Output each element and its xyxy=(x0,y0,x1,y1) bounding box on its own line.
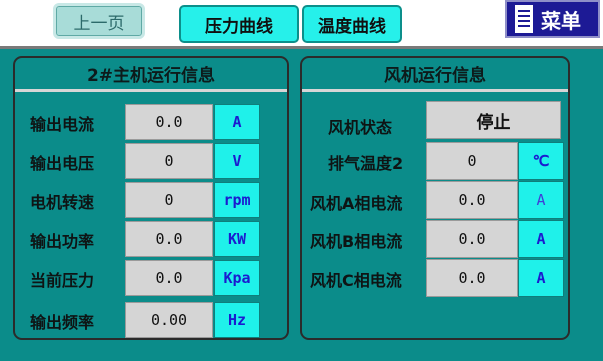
row-label-output-power: 输出功率 xyxy=(30,232,95,251)
row-unit-output-frequency: Hz xyxy=(214,302,260,338)
menu-button[interactable]: 菜单 xyxy=(505,0,600,38)
fan-status-label: 风机状态 xyxy=(328,118,393,137)
row-label-exhaust-temp: 排气温度2 xyxy=(328,154,404,173)
row-unit-fan-a-current: A xyxy=(518,181,564,219)
row-unit-fan-b-current: A xyxy=(518,220,564,258)
row-value-exhaust-temp: 0 xyxy=(426,142,518,180)
row-value-fan-a-current: 0.0 xyxy=(426,181,518,219)
row-unit-output-power: KW xyxy=(214,221,260,257)
row-unit-motor-speed: rpm xyxy=(214,182,260,218)
fan-info-title: 风机运行信息 xyxy=(302,58,568,92)
row-value-output-power: 0.0 xyxy=(125,221,213,257)
temperature-curve-button[interactable]: 温度曲线 xyxy=(302,5,402,43)
host-info-title: 2#主机运行信息 xyxy=(15,58,287,92)
pressure-curve-button[interactable]: 压力曲线 xyxy=(179,5,299,43)
row-value-output-frequency: 0.00 xyxy=(125,302,213,338)
top-divider xyxy=(0,46,603,49)
row-label-fan-b-current: 风机B相电流 xyxy=(310,232,403,251)
row-unit-exhaust-temp: ℃ xyxy=(518,142,564,180)
menu-list-icon xyxy=(515,5,533,33)
row-value-current-pressure: 0.0 xyxy=(125,260,213,296)
menu-label: 菜单 xyxy=(541,8,581,33)
row-label-output-frequency: 输出频率 xyxy=(30,313,95,332)
row-unit-fan-c-current: A xyxy=(518,259,564,297)
row-unit-output-voltage: V xyxy=(214,143,260,179)
row-value-fan-b-current: 0.0 xyxy=(426,220,518,258)
row-label-output-voltage: 输出电压 xyxy=(30,154,95,173)
row-label-fan-c-current: 风机C相电流 xyxy=(310,271,402,290)
prev-page-button[interactable]: 上一页 xyxy=(53,3,145,39)
row-label-fan-a-current: 风机A相电流 xyxy=(310,194,403,213)
fan-status-value: 停止 xyxy=(426,101,561,139)
row-unit-output-current: A xyxy=(214,104,260,140)
row-value-fan-c-current: 0.0 xyxy=(426,259,518,297)
row-value-output-voltage: 0 xyxy=(125,143,213,179)
row-label-output-current: 输出电流 xyxy=(30,115,95,134)
row-value-motor-speed: 0 xyxy=(125,182,213,218)
row-label-current-pressure: 当前压力 xyxy=(30,271,95,290)
row-label-motor-speed: 电机转速 xyxy=(30,193,95,212)
row-value-output-current: 0.0 xyxy=(125,104,213,140)
row-unit-current-pressure: Kpa xyxy=(214,260,260,296)
